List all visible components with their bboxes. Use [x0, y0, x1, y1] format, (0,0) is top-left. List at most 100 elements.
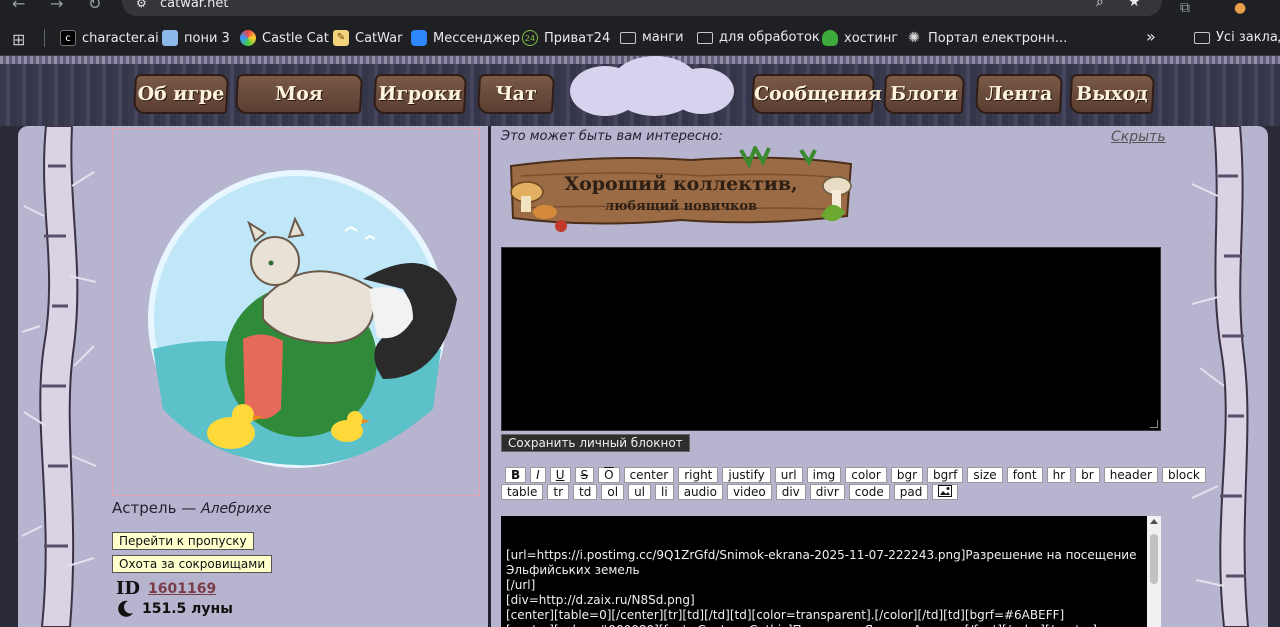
go-to-pass-button[interactable]: Перейти к пропуску [112, 532, 254, 550]
extensions-icon[interactable]: ⧉ [1180, 0, 1190, 16]
bbcode-editor[interactable]: [url=https://i.postimg.cc/9Q1ZrGfd/Snimo… [501, 516, 1161, 627]
code-line: [center][color=#000080][font=Century Got… [506, 623, 1141, 627]
bookmark-castle-cat[interactable]: Castle Cat [240, 30, 329, 46]
insert-image-icon[interactable] [932, 484, 959, 500]
toolbar-btn-right[interactable]: right [678, 467, 719, 483]
toolbar-btn-divr[interactable]: divr [809, 484, 845, 500]
editor-scrollbar[interactable] [1147, 516, 1161, 627]
menu-players[interactable]: Игроки [372, 74, 468, 114]
portal-icon: ✺ [908, 30, 920, 46]
toolbar-btn-audio[interactable]: audio [677, 484, 723, 500]
bookmark-star-icon[interactable]: ★ [1128, 0, 1141, 10]
bookmark-label: для обработок [719, 30, 820, 45]
banner-line2: любящий новичков [605, 199, 757, 214]
characterai-icon: c [60, 30, 76, 46]
toolbar-btn-img[interactable]: img [806, 467, 842, 483]
toolbar-btn-hr[interactable]: hr [1046, 467, 1072, 483]
reload-icon[interactable]: ↻ [88, 0, 101, 13]
toolbar-btn-pad[interactable]: pad [893, 484, 929, 500]
toolbar-btn-justify[interactable]: justify [722, 467, 771, 483]
code-line: [url=https://i.postimg.cc/9Q1ZrGfd/Snimo… [506, 548, 1141, 577]
toolbar-btn-td[interactable]: td [573, 484, 598, 500]
toolbar-btn-s[interactable]: S [574, 467, 595, 483]
toolbar-btn-size[interactable]: size [967, 467, 1003, 483]
toolbar-btn-b[interactable]: B [505, 467, 527, 483]
apps-grid-icon[interactable]: ⊞ [12, 30, 25, 49]
bookmark-portal[interactable]: ✺ Портал електронн... [906, 30, 1067, 46]
toolbar-btn-div[interactable]: div [775, 484, 806, 500]
bookmark-privat24[interactable]: 24 Приват24 [522, 30, 610, 46]
personal-notepad-textarea[interactable] [501, 247, 1161, 431]
name-separator: — [176, 499, 201, 517]
toolbar-btn-block[interactable]: block [1161, 467, 1206, 483]
toolbar-btn-ol[interactable]: ol [601, 484, 625, 500]
toolbar-btn-font[interactable]: font [1006, 467, 1043, 483]
more-bookmarks-button[interactable]: » [1146, 27, 1156, 46]
menu-feed[interactable]: Лента [974, 74, 1064, 114]
hosting-icon [822, 30, 838, 46]
pony-icon [162, 30, 178, 46]
bookmark-folder-edits[interactable]: для обработок [697, 30, 820, 45]
code-line: [div=http://d.zaix.ru/N8Sd.png] [506, 593, 695, 607]
bookmark-label: Усі закладки [1216, 30, 1280, 45]
menu-my-cat[interactable]: Моя кошка [234, 74, 364, 141]
bookmark-characterai[interactable]: c character.ai [60, 30, 159, 46]
toolbar-row-1: B I U S Ocenter right justify url img color bgr bgr… [501, 467, 1206, 483]
scroll-up-icon[interactable] [1150, 519, 1158, 524]
folder-icon [620, 31, 636, 44]
menu-blogs[interactable]: Блоги [882, 74, 966, 114]
catwar-icon: ✎ [333, 30, 349, 46]
bookmark-label: Castle Cat [262, 30, 329, 46]
resize-grip-icon[interactable] [1150, 420, 1158, 428]
toolbar-btn-bgr[interactable]: bgr [890, 467, 923, 483]
promo-banner[interactable]: Хороший коллектив, любящий новичков [501, 146, 861, 234]
castlecat-icon [240, 30, 256, 46]
bookmark-catwar[interactable]: ✎ CatWar [333, 30, 402, 46]
toolbar-btn-code[interactable]: code [848, 484, 890, 500]
moon-icon [118, 600, 133, 617]
profile-avatar-icon[interactable]: ● [1234, 0, 1246, 16]
toolbar-btn-u[interactable]: U [549, 467, 571, 483]
bookmark-messenger[interactable]: Мессенджер [411, 30, 520, 46]
id-link[interactable]: 1601169 [148, 581, 216, 597]
bookmark-hosting[interactable]: хостинг [822, 30, 898, 46]
toolbar-btn-li[interactable]: li [655, 484, 674, 500]
hide-link[interactable]: Скрыть [1111, 129, 1166, 145]
bookmark-folder-manga[interactable]: манги [620, 30, 684, 45]
treasure-hunt-button[interactable]: Охота за сокровищами [112, 555, 273, 573]
address-bar[interactable]: ⚙ catwar.net ⌕ ★ [122, 0, 1162, 16]
code-line: [/url] [506, 578, 536, 592]
toolbar-btn-url[interactable]: url [774, 467, 803, 483]
toolbar-btn-header[interactable]: header [1103, 467, 1158, 483]
menu-about-game[interactable]: Об игре [132, 74, 230, 114]
toolbar-btn-i[interactable]: I [530, 467, 546, 483]
save-notepad-button[interactable]: Сохранить личный блокнот [501, 434, 690, 452]
toolbar-btn-tr[interactable]: tr [547, 484, 570, 500]
all-bookmarks-button[interactable]: Усі закладки [1194, 30, 1280, 45]
site-settings-icon[interactable]: ⚙ [136, 0, 147, 10]
toolbar-btn-bgrf[interactable]: bgrf [927, 467, 964, 483]
toolbar-btn-o[interactable]: O [598, 467, 620, 483]
cat-name: Астрель [112, 499, 177, 517]
bookmark-pony[interactable]: пони 3 [162, 30, 230, 46]
menu-messages[interactable]: Сообщения [750, 74, 882, 114]
toolbar-btn-color[interactable]: color [845, 467, 887, 483]
privat24-icon: 24 [522, 30, 538, 46]
address-url[interactable]: catwar.net [160, 0, 228, 11]
forward-icon[interactable]: → [50, 0, 63, 13]
toolbar-btn-center[interactable]: center [623, 467, 675, 483]
bookmark-label: CatWar [355, 30, 403, 46]
back-icon[interactable]: ← [12, 0, 25, 13]
header-cloud-logo [560, 56, 740, 118]
toolbar-btn-br[interactable]: br [1075, 467, 1100, 483]
toolbar-btn-ul[interactable]: ul [628, 484, 652, 500]
banner-line1: Хороший коллектив, [564, 173, 797, 195]
menu-exit[interactable]: Выход [1068, 74, 1156, 114]
search-icon[interactable]: ⌕ [1096, 0, 1104, 10]
toolbar-btn-table[interactable]: table [501, 484, 544, 500]
bookmark-label: пони 3 [184, 30, 230, 46]
id-label: ID [116, 578, 141, 599]
scroll-thumb[interactable] [1150, 534, 1158, 584]
toolbar-btn-video[interactable]: video [726, 484, 772, 500]
menu-chat[interactable]: Чат [476, 74, 556, 114]
